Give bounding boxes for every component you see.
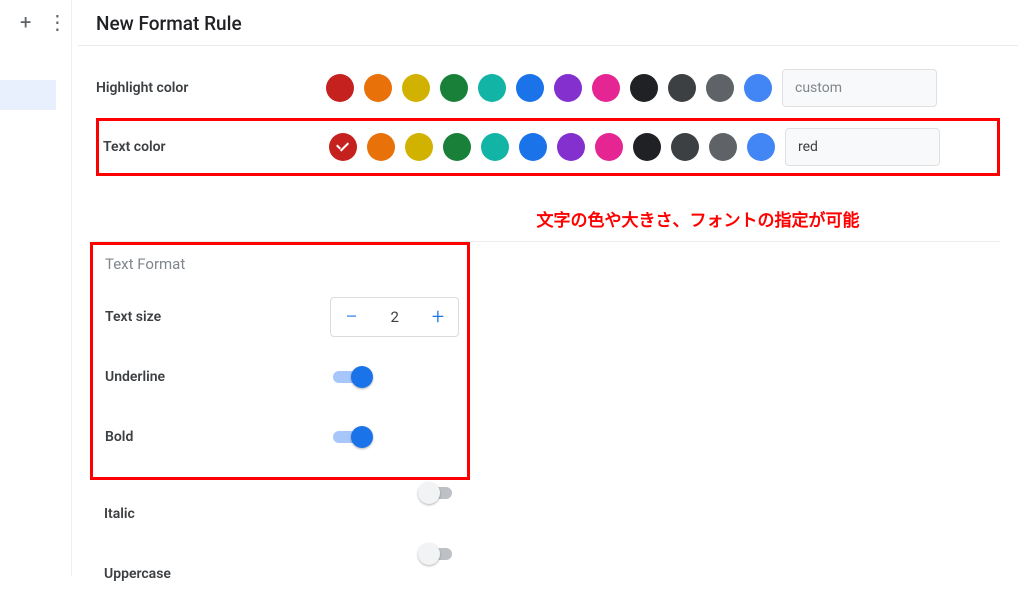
text-size-row: Text size − 2 + bbox=[101, 287, 459, 347]
color-swatch[interactable] bbox=[405, 133, 433, 161]
underline-row: Underline bbox=[101, 347, 459, 407]
color-swatch[interactable] bbox=[402, 74, 430, 102]
italic-toggle[interactable] bbox=[418, 482, 458, 504]
color-swatch[interactable] bbox=[478, 74, 506, 102]
color-swatch[interactable] bbox=[516, 74, 544, 102]
text-size-label: Text size bbox=[101, 309, 330, 325]
text-size-value: 2 bbox=[371, 308, 418, 326]
uppercase-label: Uppercase bbox=[100, 566, 328, 582]
uppercase-toggle[interactable] bbox=[418, 543, 458, 565]
annotation-box-text-format: Text Format Text size − 2 + Underline bbox=[90, 242, 470, 480]
title-bar: New Format Rule bbox=[78, 0, 1018, 46]
color-swatch[interactable] bbox=[633, 133, 661, 161]
text-color-custom-input[interactable]: red bbox=[785, 128, 940, 166]
underline-label: Underline bbox=[101, 369, 333, 385]
left-toolbar: + ⋮ bbox=[0, 0, 72, 576]
color-swatch[interactable] bbox=[443, 133, 471, 161]
color-swatch[interactable] bbox=[519, 133, 547, 161]
underline-toggle[interactable] bbox=[333, 366, 373, 388]
color-swatch[interactable] bbox=[554, 74, 582, 102]
minus-icon[interactable]: − bbox=[331, 305, 371, 330]
color-swatch[interactable] bbox=[367, 133, 395, 161]
annotation-box-text-color: Text color red bbox=[96, 118, 1000, 176]
color-swatch[interactable] bbox=[706, 74, 734, 102]
highlight-swatches bbox=[326, 74, 772, 102]
color-swatch[interactable] bbox=[440, 74, 468, 102]
bold-label: Bold bbox=[101, 429, 333, 445]
color-swatch[interactable] bbox=[630, 74, 658, 102]
color-swatch[interactable] bbox=[668, 74, 696, 102]
uppercase-row: Uppercase bbox=[100, 544, 1000, 604]
bold-toggle[interactable] bbox=[333, 426, 373, 448]
sidebar-selection-indicator bbox=[0, 80, 56, 110]
text-color-label: Text color bbox=[99, 139, 329, 155]
bold-row: Bold bbox=[101, 407, 459, 467]
color-swatch[interactable] bbox=[709, 133, 737, 161]
more-vert-icon[interactable]: ⋮ bbox=[47, 12, 67, 32]
italic-row: Italic bbox=[100, 484, 1000, 544]
plus-icon[interactable]: + bbox=[20, 12, 31, 32]
annotation-line: 文字の色や大きさ、フォントの指定が可能 bbox=[96, 182, 1000, 237]
text-color-row: Text color red bbox=[99, 121, 997, 173]
text-format-section-title: Text Format bbox=[105, 255, 459, 273]
text-color-swatches bbox=[329, 133, 775, 161]
annotation-text: 文字の色や大きさ、フォントの指定が可能 bbox=[537, 206, 860, 231]
highlight-color-row: Highlight color custom bbox=[96, 60, 1000, 116]
color-swatch[interactable] bbox=[671, 133, 699, 161]
color-swatch[interactable] bbox=[744, 74, 772, 102]
page-title: New Format Rule bbox=[96, 12, 1000, 35]
plus-icon[interactable]: + bbox=[418, 305, 458, 330]
color-swatch[interactable] bbox=[557, 133, 585, 161]
text-color-custom-text: red bbox=[798, 139, 818, 155]
color-swatch[interactable] bbox=[364, 74, 392, 102]
highlight-custom-input[interactable]: custom bbox=[782, 69, 937, 107]
color-swatch[interactable] bbox=[329, 133, 357, 161]
text-size-stepper[interactable]: − 2 + bbox=[330, 297, 459, 337]
highlight-color-label: Highlight color bbox=[96, 80, 326, 96]
italic-label: Italic bbox=[100, 506, 328, 522]
color-swatch[interactable] bbox=[747, 133, 775, 161]
color-swatch[interactable] bbox=[326, 74, 354, 102]
highlight-custom-text: custom bbox=[795, 80, 842, 96]
color-swatch[interactable] bbox=[595, 133, 623, 161]
color-swatch[interactable] bbox=[592, 74, 620, 102]
color-swatch[interactable] bbox=[481, 133, 509, 161]
